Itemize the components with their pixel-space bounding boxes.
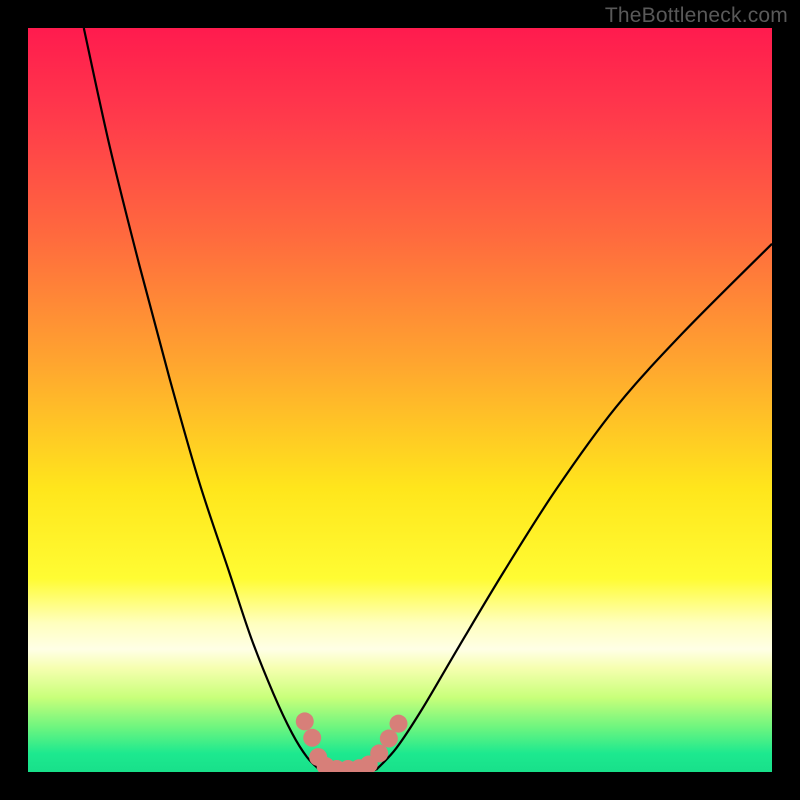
watermark-text: TheBottleneck.com: [605, 4, 788, 28]
curve-layer: [28, 28, 772, 772]
left-branch-path: [84, 28, 320, 770]
marker-dot: [380, 730, 398, 748]
marker-dot: [370, 744, 388, 762]
marker-dot: [303, 729, 321, 747]
marker-dot: [296, 712, 314, 730]
plot-frame: [28, 28, 772, 772]
marker-group: [296, 712, 408, 772]
marker-dot: [390, 715, 408, 733]
right-branch-path: [376, 244, 772, 770]
